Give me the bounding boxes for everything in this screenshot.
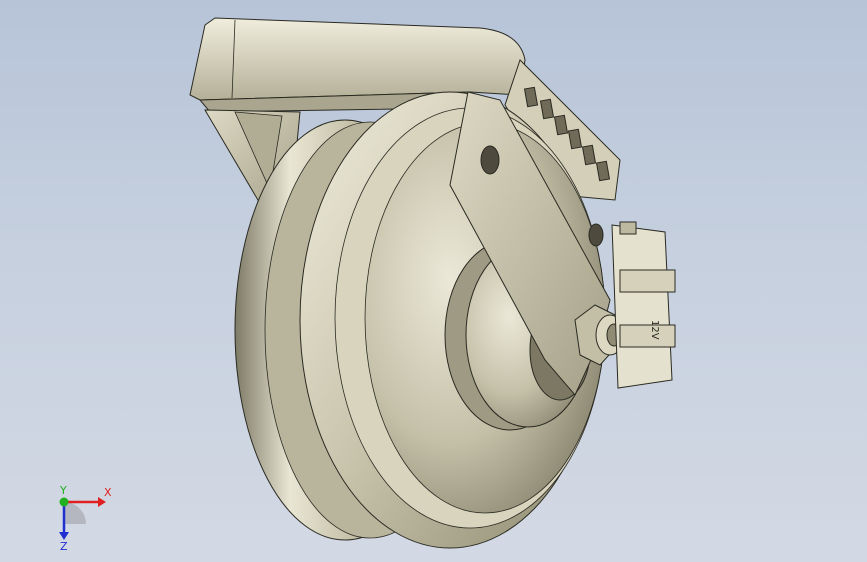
axis-triad: X Y Z bbox=[59, 484, 112, 550]
horn-3d-model[interactable]: 12V bbox=[0, 0, 867, 562]
voltage-marking: 12V bbox=[649, 320, 660, 340]
cad-viewport[interactable]: 12V X Y Z bbox=[0, 0, 867, 562]
connector-terminal[interactable]: 12V bbox=[611, 221, 676, 389]
x-axis-label: X bbox=[104, 486, 112, 499]
y-axis-label: Y bbox=[59, 484, 67, 497]
z-axis-label: Z bbox=[60, 540, 68, 550]
y-axis-dot bbox=[59, 497, 69, 507]
